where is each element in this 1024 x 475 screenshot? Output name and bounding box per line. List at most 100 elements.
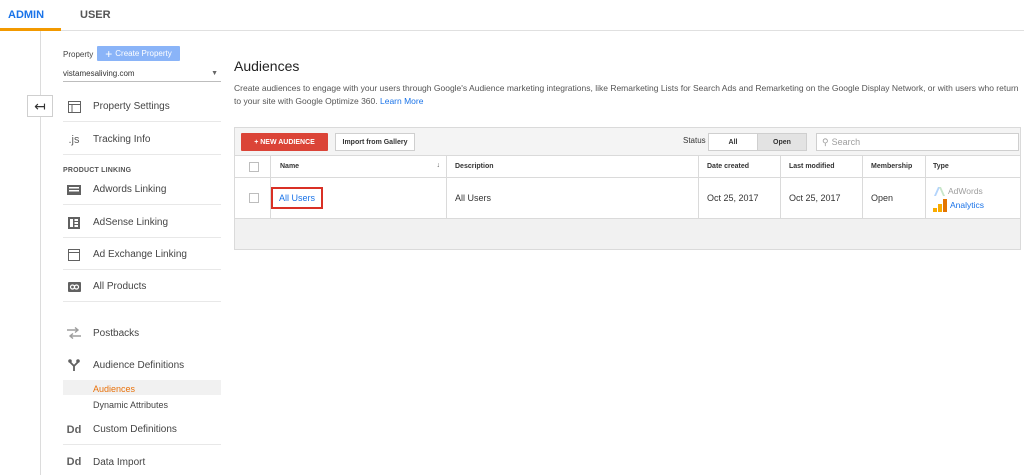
page-title: Audiences bbox=[234, 58, 300, 74]
search-input[interactable] bbox=[831, 137, 1002, 147]
column-header-date-created[interactable]: Date created bbox=[707, 156, 749, 177]
column-divider bbox=[925, 156, 926, 177]
ad-exchange-icon bbox=[63, 248, 85, 262]
column-header-membership[interactable]: Membership bbox=[871, 156, 912, 177]
cell-type: AdWords Analytics bbox=[933, 178, 984, 218]
sidebar-item-data-import[interactable]: Dd Data Import bbox=[63, 447, 221, 475]
status-filter-all[interactable]: All bbox=[708, 133, 758, 151]
sidebar-item-tracking-info[interactable]: .js Tracking Info bbox=[63, 125, 221, 155]
sidebar-item-property-settings[interactable]: Property Settings bbox=[63, 92, 221, 122]
adwords-logo-icon bbox=[934, 186, 945, 196]
settings-window-icon bbox=[63, 100, 85, 114]
create-property-label: Create Property bbox=[115, 49, 172, 58]
column-header-label: Date created bbox=[707, 163, 750, 170]
sidebar-item-ad-exchange-linking[interactable]: Ad Exchange Linking bbox=[63, 240, 221, 270]
arrow-left-icon: ↤ bbox=[34, 97, 46, 114]
table-row: All Users All Users Oct 25, 2017 Oct 25,… bbox=[235, 178, 1020, 219]
tab-admin[interactable]: ADMIN bbox=[8, 9, 44, 21]
data-import-icon: Dd bbox=[66, 456, 82, 468]
type-list: AdWords Analytics bbox=[933, 185, 984, 212]
row-checkbox[interactable] bbox=[249, 193, 259, 203]
custom-definitions-icon: Dd bbox=[66, 423, 82, 436]
top-tab-bar: ADMIN USER bbox=[0, 0, 1024, 31]
active-tab-indicator bbox=[0, 28, 61, 31]
column-divider bbox=[270, 156, 271, 177]
column-header-label: Description bbox=[455, 163, 494, 170]
sidebar-subitem-dynamic-attributes[interactable]: Dynamic Attributes bbox=[93, 400, 168, 410]
chevron-down-icon: ▼ bbox=[211, 70, 218, 77]
column-divider bbox=[698, 156, 699, 177]
status-filter-label: Status bbox=[683, 136, 706, 145]
sidebar-item-label: Postbacks bbox=[93, 327, 140, 339]
status-filter-open[interactable]: Open bbox=[757, 133, 807, 151]
type-label: AdWords bbox=[948, 185, 983, 196]
column-divider bbox=[925, 178, 926, 218]
column-divider bbox=[862, 178, 863, 218]
sort-arrow-icon: ↓ bbox=[436, 162, 441, 169]
tab-user[interactable]: USER bbox=[80, 9, 111, 21]
sidebar-item-label: All Products bbox=[93, 281, 147, 292]
table-header: Name ↓ Description Date created Last mod… bbox=[235, 156, 1020, 178]
page-description: Create audiences to engage with your use… bbox=[234, 82, 1024, 108]
audience-fork-icon bbox=[63, 358, 85, 372]
create-property-button[interactable]: + Create Property bbox=[97, 46, 180, 61]
column-header-label: Type bbox=[933, 163, 949, 170]
cell-date-created: Oct 25, 2017 bbox=[707, 193, 759, 203]
sidebar-item-label: Audience Definitions bbox=[93, 359, 185, 371]
sidebar-item-adsense-linking[interactable]: AdSense Linking bbox=[63, 208, 221, 238]
sidebar-item-postbacks[interactable]: Postbacks bbox=[63, 318, 221, 348]
search-icon: ⚲ bbox=[822, 136, 829, 147]
property-select[interactable]: vistamesaliving.com ▼ bbox=[63, 66, 221, 82]
column-header-description[interactable]: Description bbox=[455, 156, 494, 177]
collapse-nav-button[interactable]: ↤ bbox=[27, 95, 53, 117]
column-header-label: Last modified bbox=[789, 163, 835, 170]
adsense-linking-icon bbox=[63, 216, 85, 230]
active-item-highlight bbox=[63, 380, 221, 395]
property-select-value: vistamesaliving.com bbox=[63, 69, 135, 78]
select-all-checkbox[interactable] bbox=[249, 161, 259, 172]
column-divider bbox=[698, 178, 699, 218]
plus-icon: + bbox=[105, 46, 113, 61]
sidebar-item-adwords-linking[interactable]: Adwords Linking bbox=[63, 175, 221, 205]
sidebar-subitem-audiences[interactable]: Audiences bbox=[93, 384, 135, 394]
sidebar-item-custom-definitions[interactable]: Dd Custom Definitions bbox=[63, 415, 221, 445]
column-header-label: Name bbox=[280, 163, 300, 170]
column-divider bbox=[862, 156, 863, 177]
sidebar-item-all-products[interactable]: All Products bbox=[63, 272, 221, 302]
search-box: ⚲ bbox=[816, 133, 1019, 151]
import-from-gallery-button[interactable]: Import from Gallery bbox=[335, 133, 415, 151]
cell-last-modified: Oct 25, 2017 bbox=[789, 193, 841, 203]
column-divider bbox=[780, 156, 781, 177]
audience-name-link[interactable]: All Users bbox=[271, 187, 324, 209]
section-title-product-linking: PRODUCT LINKING bbox=[63, 167, 132, 174]
sidebar-item-label: Adwords Linking bbox=[93, 184, 167, 195]
learn-more-link[interactable]: Learn More bbox=[380, 96, 423, 106]
row-select-cell bbox=[249, 178, 259, 218]
column-header-last-modified[interactable]: Last modified bbox=[789, 156, 835, 177]
cell-membership: Open bbox=[871, 193, 894, 203]
table-footer bbox=[235, 219, 1020, 249]
column-header-name[interactable]: Name ↓ bbox=[280, 156, 446, 177]
sidebar-item-label: Property Settings bbox=[93, 101, 170, 112]
type-adwords: AdWords bbox=[933, 185, 984, 197]
property-label: Property bbox=[63, 50, 94, 59]
new-audience-button[interactable]: + NEW AUDIENCE bbox=[241, 133, 328, 151]
sidebar-item-label: Custom Definitions bbox=[93, 424, 177, 435]
sidebar-item-label: Ad Exchange Linking bbox=[93, 249, 187, 260]
sidebar-item-audience-definitions[interactable]: Audience Definitions bbox=[63, 350, 221, 380]
js-code-icon: .js bbox=[68, 133, 80, 146]
cell-description: All Users bbox=[455, 193, 492, 203]
page-description-text: Create audiences to engage with your use… bbox=[234, 83, 1019, 106]
column-header-type[interactable]: Type bbox=[933, 156, 949, 177]
analytics-logo-icon bbox=[933, 198, 947, 212]
column-divider bbox=[446, 156, 447, 177]
select-all-cell bbox=[249, 156, 259, 177]
cell-name: All Users bbox=[271, 178, 324, 218]
swap-arrows-icon bbox=[63, 326, 85, 340]
adwords-linking-icon bbox=[63, 183, 85, 197]
column-header-label: Membership bbox=[871, 163, 913, 170]
sidebar-item-label: Data Import bbox=[93, 456, 146, 468]
sidebar-item-label: AdSense Linking bbox=[93, 217, 169, 228]
column-divider bbox=[446, 178, 447, 218]
type-analytics[interactable]: Analytics bbox=[933, 198, 984, 212]
